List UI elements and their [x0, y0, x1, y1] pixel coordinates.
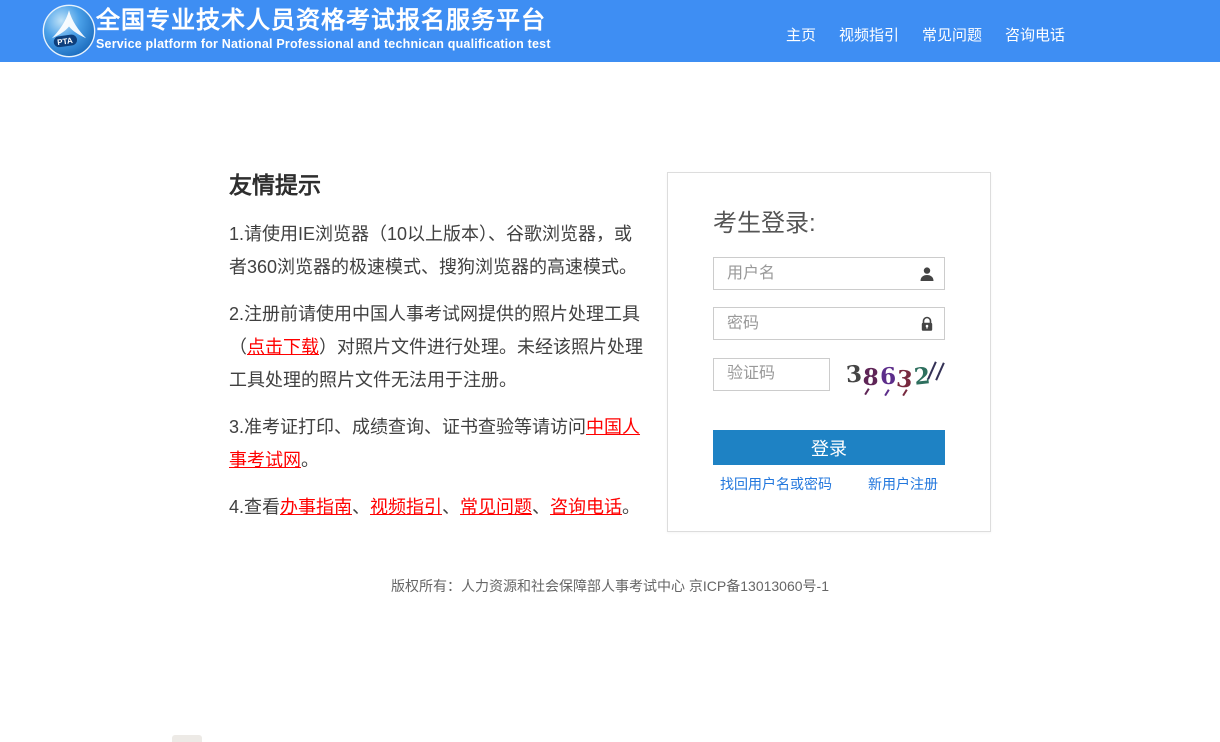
captcha-input[interactable] [713, 358, 830, 391]
captcha-digit-3: 3 [895, 367, 913, 392]
header-titles: 全国专业技术人员资格考试报名服务平台 Service platform for … [96, 8, 551, 51]
tip-item-3: 3.准考证打印、成绩查询、证书查验等请访问中国人事考试网。 [229, 411, 647, 477]
nav-link-2[interactable]: 常见问题 [922, 24, 982, 45]
pta-logo-icon: PTA [42, 4, 96, 58]
tip-text: 、 [442, 497, 460, 517]
cutoff-artifact [172, 735, 202, 742]
captcha-row: 38632 [713, 357, 945, 391]
header: PTA 全国专业技术人员资格考试报名服务平台 Service platform … [0, 0, 1220, 62]
tip-text: 3.准考证打印、成绩查询、证书查验等请访问 [229, 417, 586, 437]
footer: 版权所有：人力资源和社会保障部人事考试中心 京ICP备13013060号-1 [0, 576, 1220, 596]
login-card: 考生登录: [667, 172, 991, 532]
username-field-wrap [713, 257, 945, 290]
tip-item-1: 1.请使用IE浏览器（10以上版本）、谷歌浏览器，或者360浏览器的极速模式、搜… [229, 218, 647, 284]
tip-item-2: 2.注册前请使用中国人事考试网提供的照片处理工具（点击下载）对照片文件进行处理。… [229, 298, 647, 397]
tips-section: 友情提示 1.请使用IE浏览器（10以上版本）、谷歌浏览器，或者360浏览器的极… [229, 172, 647, 538]
tip-text: 1.请使用IE浏览器（10以上版本）、谷歌浏览器，或者360浏览器的极速模式、搜… [229, 224, 637, 277]
captcha-noise-line [935, 362, 945, 380]
tip-item-4: 4.查看办事指南、视频指引、常见问题、咨询电话。 [229, 491, 647, 524]
user-icon [919, 266, 935, 282]
lock-icon [919, 316, 935, 332]
forgot-credentials-link[interactable]: 找回用户名或密码 [720, 474, 832, 494]
tip-text: 、 [352, 497, 370, 517]
tip-red-link[interactable]: 办事指南 [280, 497, 352, 517]
captcha-image[interactable]: 38632 [844, 357, 945, 391]
captcha-noise-line [884, 389, 889, 396]
tip-red-link[interactable]: 常见问题 [460, 497, 532, 517]
tips-list: 1.请使用IE浏览器（10以上版本）、谷歌浏览器，或者360浏览器的极速模式、搜… [229, 218, 647, 524]
tip-text: 。 [622, 497, 640, 517]
tip-text: 。 [301, 450, 319, 470]
tip-text: 、 [532, 497, 550, 517]
tip-text: 4.查看 [229, 497, 280, 517]
tip-red-link[interactable]: 视频指引 [370, 497, 442, 517]
login-title: 考生登录: [713, 203, 945, 238]
login-button[interactable]: 登录 [713, 430, 945, 465]
tips-heading: 友情提示 [229, 172, 647, 198]
captcha-field-wrap [713, 358, 830, 391]
captcha-digit-2: 6 [880, 364, 897, 388]
tip-red-link[interactable]: 点击下载 [247, 337, 319, 357]
tip-red-link[interactable]: 咨询电话 [550, 497, 622, 517]
captcha-digit-0: 3 [845, 362, 863, 386]
login-links: 找回用户名或密码 新用户注册 [713, 474, 945, 494]
copyright-text: 版权所有：人力资源和社会保障部人事考试中心 京ICP备13013060号-1 [391, 578, 829, 594]
captcha-digit-1: 8 [862, 365, 880, 389]
username-input[interactable] [713, 257, 945, 290]
site-subtitle: Service platform for National Profession… [96, 37, 551, 51]
header-nav: 主页 视频指引 常见问题 咨询电话 [786, 24, 1065, 45]
main-content: 友情提示 1.请使用IE浏览器（10以上版本）、谷歌浏览器，或者360浏览器的极… [229, 62, 991, 538]
nav-link-0[interactable]: 主页 [786, 24, 816, 45]
password-field-wrap [713, 307, 945, 340]
nav-link-1[interactable]: 视频指引 [839, 24, 899, 45]
site-title: 全国专业技术人员资格考试报名服务平台 [96, 8, 551, 34]
nav-link-3[interactable]: 咨询电话 [1005, 24, 1065, 45]
password-input[interactable] [713, 307, 945, 340]
register-link[interactable]: 新用户注册 [868, 474, 938, 494]
